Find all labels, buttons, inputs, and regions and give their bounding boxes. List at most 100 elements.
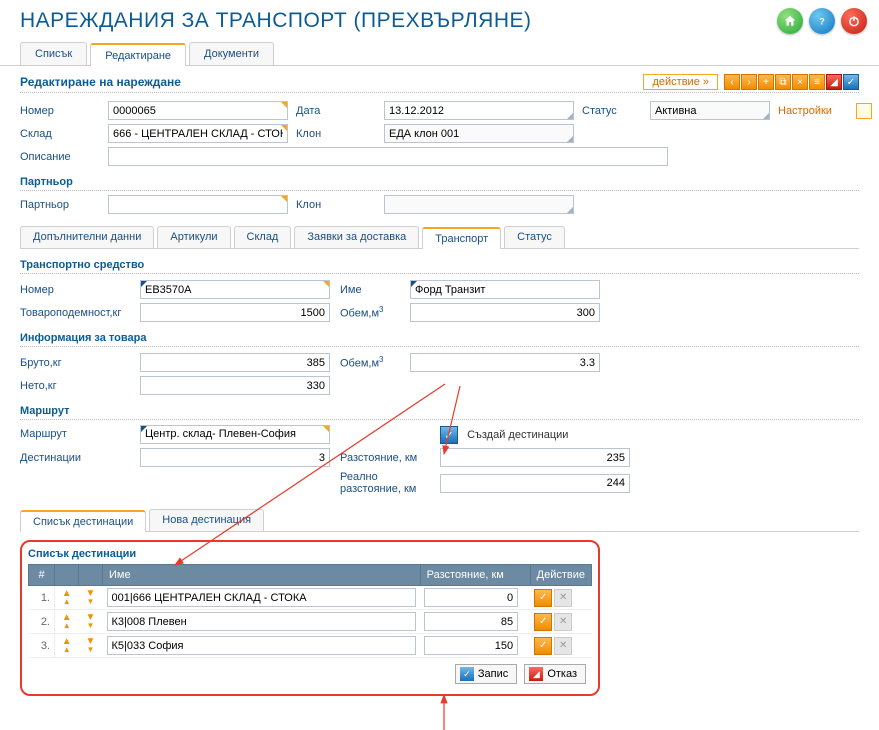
- nav-prev-icon[interactable]: ‹: [724, 74, 740, 90]
- cargo-volume-label: Обем,м3: [340, 355, 400, 370]
- help-icon[interactable]: ?: [809, 8, 835, 34]
- description-input[interactable]: [108, 147, 668, 166]
- cancel-icon[interactable]: ◢: [826, 74, 842, 90]
- create-destinations-button[interactable]: ✓: [440, 426, 458, 444]
- route-input[interactable]: [140, 425, 330, 444]
- capacity-label: Товароподемност,кг: [20, 307, 130, 319]
- save-button[interactable]: ✓Запис: [455, 664, 517, 684]
- create-destinations-label: Създай дестинации: [467, 429, 568, 441]
- warehouse-label: Склад: [20, 128, 100, 140]
- row-delete-icon[interactable]: ✕: [554, 589, 572, 607]
- destination-name-input[interactable]: [107, 612, 417, 631]
- col-move-up: [55, 565, 79, 586]
- tab-warehouse[interactable]: Склад: [234, 226, 292, 248]
- destinations-count-input[interactable]: [140, 448, 330, 467]
- destination-distance-input[interactable]: [424, 612, 518, 631]
- destination-distance-input[interactable]: [424, 588, 518, 607]
- gross-input[interactable]: [140, 353, 330, 372]
- table-row: 1.▲▲▼▼✓✕: [29, 586, 592, 610]
- settings-checkbox[interactable]: [856, 103, 872, 119]
- date-input[interactable]: [384, 101, 574, 120]
- svg-text:?: ?: [819, 17, 825, 27]
- list-icon[interactable]: ≡: [809, 74, 825, 90]
- destinations-label: Дестинации: [20, 452, 130, 464]
- cargo-section-title: Информация за товара: [20, 332, 859, 347]
- partner-input[interactable]: [108, 195, 288, 214]
- real-distance-input[interactable]: [440, 474, 630, 493]
- branch-input: [384, 124, 574, 143]
- tab-list[interactable]: Списък: [20, 42, 87, 65]
- confirm-icon[interactable]: ✓: [843, 74, 859, 90]
- tab-status[interactable]: Статус: [504, 226, 565, 248]
- record-toolbar: ‹ › + ⧉ × ≡ ◢ ✓: [724, 74, 859, 90]
- tab-extra-data[interactable]: Допълнителни данни: [20, 226, 154, 248]
- col-move-down: [79, 565, 103, 586]
- vehicle-name-label: Име: [340, 284, 400, 296]
- partner-branch-input: [384, 195, 574, 214]
- action-menu-button[interactable]: действие: [643, 74, 718, 90]
- detail-tabs: Допълнителни данни Артикули Склад Заявки…: [20, 226, 859, 249]
- vehicle-number-label: Номер: [20, 284, 130, 296]
- table-row: 3.▲▲▼▼✓✕: [29, 634, 592, 658]
- distance-input[interactable]: [440, 448, 630, 467]
- gross-label: Бруто,кг: [20, 357, 130, 369]
- tab-documents[interactable]: Документи: [189, 42, 274, 65]
- cancel-button[interactable]: ◢Отказ: [524, 664, 586, 684]
- destination-name-input[interactable]: [107, 636, 417, 655]
- move-top-icon[interactable]: ▲: [59, 646, 75, 654]
- status-label: Статус: [582, 105, 642, 117]
- partner-label: Партньор: [20, 199, 100, 211]
- destination-distance-input[interactable]: [424, 636, 518, 655]
- move-bottom-icon[interactable]: ▼: [83, 646, 99, 654]
- settings-label[interactable]: Настройки: [778, 105, 848, 117]
- tab-transport[interactable]: Транспорт: [422, 227, 501, 249]
- number-input[interactable]: [108, 101, 288, 120]
- capacity-input[interactable]: [140, 303, 330, 322]
- net-input[interactable]: [140, 376, 330, 395]
- main-tabs: Списък Редактиране Документи: [0, 42, 879, 66]
- col-action: Действие: [530, 565, 591, 586]
- row-delete-icon[interactable]: ✕: [554, 637, 572, 655]
- branch-label: Клон: [296, 128, 376, 140]
- vehicle-name-input[interactable]: [410, 280, 600, 299]
- row-index: 1.: [29, 586, 55, 610]
- vehicle-volume-input[interactable]: [410, 303, 600, 322]
- route-label: Маршрут: [20, 428, 130, 440]
- partner-branch-label: Клон: [296, 199, 376, 211]
- tab-articles[interactable]: Артикули: [157, 226, 230, 248]
- move-bottom-icon[interactable]: ▼: [83, 622, 99, 630]
- net-label: Нето,кг: [20, 380, 130, 392]
- number-label: Номер: [20, 105, 100, 117]
- col-name: Име: [103, 565, 421, 586]
- row-confirm-icon[interactable]: ✓: [534, 589, 552, 607]
- destination-name-input[interactable]: [107, 588, 417, 607]
- row-confirm-icon[interactable]: ✓: [534, 637, 552, 655]
- move-top-icon[interactable]: ▲: [59, 622, 75, 630]
- status-input: [650, 101, 770, 120]
- vehicle-volume-label: Обем,м3: [340, 305, 400, 320]
- move-top-icon[interactable]: ▲: [59, 598, 75, 606]
- tab-new-destination[interactable]: Нова дестинация: [149, 509, 264, 531]
- move-bottom-icon[interactable]: ▼: [83, 598, 99, 606]
- tab-edit[interactable]: Редактиране: [90, 43, 186, 66]
- row-confirm-icon[interactable]: ✓: [534, 613, 552, 631]
- row-delete-icon[interactable]: ✕: [554, 613, 572, 631]
- save-icon: ✓: [460, 667, 474, 681]
- destination-tabs: Списък дестинации Нова дестинация: [20, 509, 859, 532]
- vehicle-number-input[interactable]: [140, 280, 330, 299]
- real-distance-label: Реално разстояние, км: [340, 471, 430, 495]
- tab-destination-list[interactable]: Списък дестинации: [20, 510, 146, 532]
- delete-icon[interactable]: ×: [792, 74, 808, 90]
- warehouse-input[interactable]: [108, 124, 288, 143]
- cargo-volume-input[interactable]: [410, 353, 600, 372]
- destinations-table: # Име Разстояние, км Действие 1.▲▲▼▼✓✕2.…: [28, 564, 592, 658]
- tab-delivery-requests[interactable]: Заявки за доставка: [294, 226, 419, 248]
- copy-icon[interactable]: ⧉: [775, 74, 791, 90]
- nav-next-icon[interactable]: ›: [741, 74, 757, 90]
- route-section-title: Маршрут: [20, 405, 859, 420]
- add-icon[interactable]: +: [758, 74, 774, 90]
- home-icon[interactable]: [777, 8, 803, 34]
- power-icon[interactable]: [841, 8, 867, 34]
- distance-label: Разстояние, км: [340, 452, 430, 464]
- date-label: Дата: [296, 105, 376, 117]
